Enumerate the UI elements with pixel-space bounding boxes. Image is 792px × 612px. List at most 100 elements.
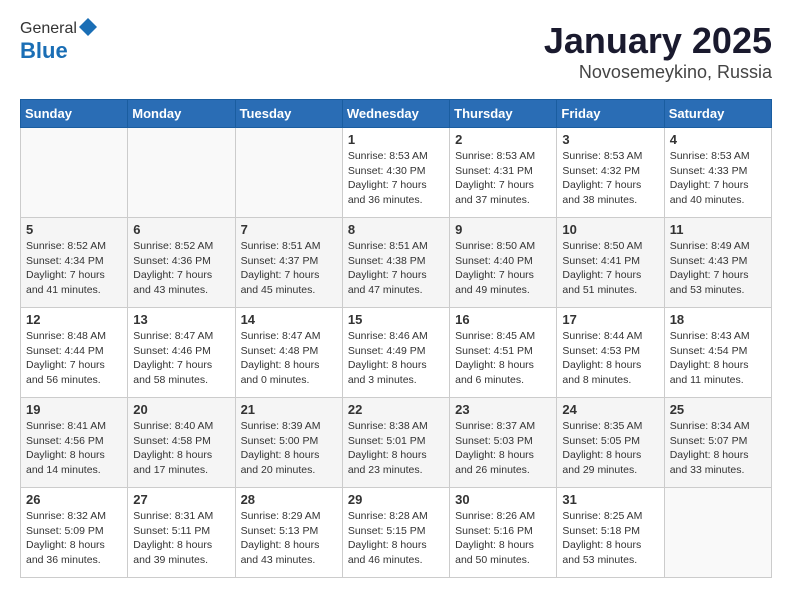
day-number: 2 [455, 132, 551, 147]
weekday-header-tuesday: Tuesday [235, 100, 342, 128]
day-info: Sunrise: 8:48 AM Sunset: 4:44 PM Dayligh… [26, 329, 122, 388]
weekday-header-thursday: Thursday [450, 100, 557, 128]
day-info: Sunrise: 8:53 AM Sunset: 4:30 PM Dayligh… [348, 149, 444, 208]
logo-blue-text: Blue [20, 38, 68, 64]
day-number: 21 [241, 402, 337, 417]
calendar-cell: 13 Sunrise: 8:47 AM Sunset: 4:46 PM Dayli… [128, 308, 235, 398]
calendar-cell: 22 Sunrise: 8:38 AM Sunset: 5:01 PM Dayli… [342, 398, 449, 488]
day-number: 3 [562, 132, 658, 147]
day-number: 24 [562, 402, 658, 417]
day-number: 31 [562, 492, 658, 507]
day-number: 8 [348, 222, 444, 237]
day-info: Sunrise: 8:25 AM Sunset: 5:18 PM Dayligh… [562, 509, 658, 568]
day-number: 5 [26, 222, 122, 237]
title-section: January 2025 Novosemeykino, Russia [544, 20, 772, 83]
calendar-cell: 21 Sunrise: 8:39 AM Sunset: 5:00 PM Dayli… [235, 398, 342, 488]
day-info: Sunrise: 8:49 AM Sunset: 4:43 PM Dayligh… [670, 239, 766, 298]
day-info: Sunrise: 8:51 AM Sunset: 4:38 PM Dayligh… [348, 239, 444, 298]
day-number: 22 [348, 402, 444, 417]
day-number: 7 [241, 222, 337, 237]
day-number: 12 [26, 312, 122, 327]
location: Novosemeykino, Russia [544, 62, 772, 83]
day-number: 14 [241, 312, 337, 327]
calendar-cell [21, 128, 128, 218]
calendar-cell: 4 Sunrise: 8:53 AM Sunset: 4:33 PM Daylig… [664, 128, 771, 218]
calendar-cell: 15 Sunrise: 8:46 AM Sunset: 4:49 PM Dayli… [342, 308, 449, 398]
day-info: Sunrise: 8:45 AM Sunset: 4:51 PM Dayligh… [455, 329, 551, 388]
day-info: Sunrise: 8:46 AM Sunset: 4:49 PM Dayligh… [348, 329, 444, 388]
weekday-header-monday: Monday [128, 100, 235, 128]
weekday-header-friday: Friday [557, 100, 664, 128]
day-info: Sunrise: 8:47 AM Sunset: 4:46 PM Dayligh… [133, 329, 229, 388]
day-number: 25 [670, 402, 766, 417]
day-number: 17 [562, 312, 658, 327]
day-info: Sunrise: 8:37 AM Sunset: 5:03 PM Dayligh… [455, 419, 551, 478]
calendar-cell: 18 Sunrise: 8:43 AM Sunset: 4:54 PM Dayli… [664, 308, 771, 398]
day-number: 4 [670, 132, 766, 147]
day-info: Sunrise: 8:31 AM Sunset: 5:11 PM Dayligh… [133, 509, 229, 568]
month-title: January 2025 [544, 20, 772, 62]
calendar-cell: 23Sunrise: 8:37 AM Sunset: 5:03 PM Dayli… [450, 398, 557, 488]
day-number: 18 [670, 312, 766, 327]
calendar-cell: 29 Sunrise: 8:28 AM Sunset: 5:15 PM Dayli… [342, 488, 449, 578]
day-number: 29 [348, 492, 444, 507]
calendar-cell: 5Sunrise: 8:52 AM Sunset: 4:34 PM Daylig… [21, 218, 128, 308]
day-info: Sunrise: 8:26 AM Sunset: 5:16 PM Dayligh… [455, 509, 551, 568]
calendar-cell: 25Sunrise: 8:34 AM Sunset: 5:07 PM Dayli… [664, 398, 771, 488]
weekday-header-sunday: Sunday [21, 100, 128, 128]
calendar-cell: 17Sunrise: 8:44 AM Sunset: 4:53 PM Dayli… [557, 308, 664, 398]
day-number: 26 [26, 492, 122, 507]
calendar-table: SundayMondayTuesdayWednesdayThursdayFrid… [20, 99, 772, 578]
day-number: 28 [241, 492, 337, 507]
day-info: Sunrise: 8:53 AM Sunset: 4:31 PM Dayligh… [455, 149, 551, 208]
calendar-cell: 28 Sunrise: 8:29 AM Sunset: 5:13 PM Dayli… [235, 488, 342, 578]
calendar-cell: 2 Sunrise: 8:53 AM Sunset: 4:31 PM Daylig… [450, 128, 557, 218]
day-number: 10 [562, 222, 658, 237]
calendar-cell: 9 Sunrise: 8:50 AM Sunset: 4:40 PM Daylig… [450, 218, 557, 308]
calendar-week-1: 1 Sunrise: 8:53 AM Sunset: 4:30 PM Daylig… [21, 128, 772, 218]
day-info: Sunrise: 8:51 AM Sunset: 4:37 PM Dayligh… [241, 239, 337, 298]
calendar-cell: 19Sunrise: 8:41 AM Sunset: 4:56 PM Dayli… [21, 398, 128, 488]
calendar-cell: 3 Sunrise: 8:53 AM Sunset: 4:32 PM Daylig… [557, 128, 664, 218]
calendar-cell: 12 Sunrise: 8:48 AM Sunset: 4:44 PM Dayli… [21, 308, 128, 398]
logo: General Blue [20, 20, 97, 64]
day-info: Sunrise: 8:43 AM Sunset: 4:54 PM Dayligh… [670, 329, 766, 388]
calendar-cell [128, 128, 235, 218]
day-info: Sunrise: 8:53 AM Sunset: 4:33 PM Dayligh… [670, 149, 766, 208]
calendar-cell: 27 Sunrise: 8:31 AM Sunset: 5:11 PM Dayli… [128, 488, 235, 578]
day-info: Sunrise: 8:41 AM Sunset: 4:56 PM Dayligh… [26, 419, 122, 478]
calendar-cell: 30Sunrise: 8:26 AM Sunset: 5:16 PM Dayli… [450, 488, 557, 578]
weekday-header-wednesday: Wednesday [342, 100, 449, 128]
day-info: Sunrise: 8:39 AM Sunset: 5:00 PM Dayligh… [241, 419, 337, 478]
day-info: Sunrise: 8:38 AM Sunset: 5:01 PM Dayligh… [348, 419, 444, 478]
calendar-cell: 10 Sunrise: 8:50 AM Sunset: 4:41 PM Dayli… [557, 218, 664, 308]
calendar-cell: 16Sunrise: 8:45 AM Sunset: 4:51 PM Dayli… [450, 308, 557, 398]
day-info: Sunrise: 8:32 AM Sunset: 5:09 PM Dayligh… [26, 509, 122, 568]
calendar-week-4: 19Sunrise: 8:41 AM Sunset: 4:56 PM Dayli… [21, 398, 772, 488]
day-number: 1 [348, 132, 444, 147]
page-header: General Blue January 2025 Novosemeykino,… [20, 20, 772, 83]
calendar-cell: 1 Sunrise: 8:53 AM Sunset: 4:30 PM Daylig… [342, 128, 449, 218]
day-info: Sunrise: 8:28 AM Sunset: 5:15 PM Dayligh… [348, 509, 444, 568]
calendar-week-5: 26 Sunrise: 8:32 AM Sunset: 5:09 PM Dayli… [21, 488, 772, 578]
day-number: 15 [348, 312, 444, 327]
day-number: 13 [133, 312, 229, 327]
day-info: Sunrise: 8:50 AM Sunset: 4:41 PM Dayligh… [562, 239, 658, 298]
day-number: 20 [133, 402, 229, 417]
day-number: 9 [455, 222, 551, 237]
day-number: 6 [133, 222, 229, 237]
calendar-cell: 31 Sunrise: 8:25 AM Sunset: 5:18 PM Dayli… [557, 488, 664, 578]
calendar-cell: 7 Sunrise: 8:51 AM Sunset: 4:37 PM Daylig… [235, 218, 342, 308]
calendar-cell: 8 Sunrise: 8:51 AM Sunset: 4:38 PM Daylig… [342, 218, 449, 308]
day-info: Sunrise: 8:53 AM Sunset: 4:32 PM Dayligh… [562, 149, 658, 208]
day-info: Sunrise: 8:50 AM Sunset: 4:40 PM Dayligh… [455, 239, 551, 298]
day-info: Sunrise: 8:35 AM Sunset: 5:05 PM Dayligh… [562, 419, 658, 478]
calendar-cell: 26 Sunrise: 8:32 AM Sunset: 5:09 PM Dayli… [21, 488, 128, 578]
day-number: 27 [133, 492, 229, 507]
calendar-cell: 11Sunrise: 8:49 AM Sunset: 4:43 PM Dayli… [664, 218, 771, 308]
day-info: Sunrise: 8:29 AM Sunset: 5:13 PM Dayligh… [241, 509, 337, 568]
calendar-cell: 24 Sunrise: 8:35 AM Sunset: 5:05 PM Dayli… [557, 398, 664, 488]
calendar-week-2: 5Sunrise: 8:52 AM Sunset: 4:34 PM Daylig… [21, 218, 772, 308]
calendar-cell: 14Sunrise: 8:47 AM Sunset: 4:48 PM Dayli… [235, 308, 342, 398]
calendar-week-3: 12 Sunrise: 8:48 AM Sunset: 4:44 PM Dayli… [21, 308, 772, 398]
